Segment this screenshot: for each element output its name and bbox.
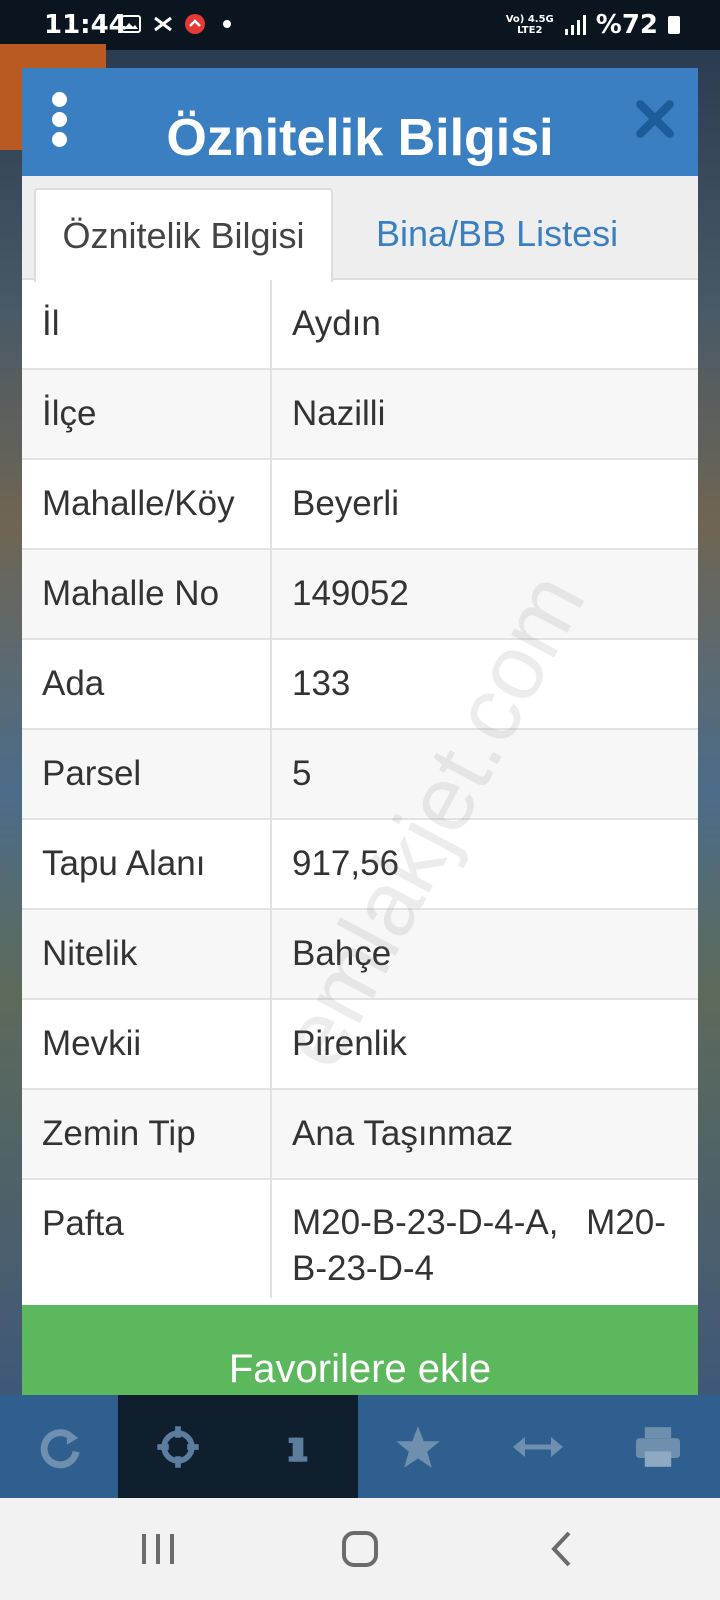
table-row: Parsel 5	[22, 730, 698, 820]
row-label: Parsel	[22, 730, 272, 818]
dot-icon	[223, 20, 231, 28]
network-lte: LTE2	[517, 25, 543, 36]
measure-button[interactable]	[478, 1395, 598, 1498]
row-label: Nitelik	[22, 910, 272, 998]
status-bar: 11:44 Vo) 4.5G LTE2 %72	[0, 0, 720, 50]
table-row: Mahalle No 149052	[22, 550, 698, 640]
dialog-header: Öznitelik Bilgisi	[22, 68, 698, 176]
row-value: 917,56	[292, 844, 400, 883]
battery-icon	[668, 16, 680, 34]
info-icon	[288, 1437, 308, 1462]
row-label: İl	[22, 280, 272, 368]
recent-apps-button[interactable]	[128, 1526, 188, 1572]
print-icon	[636, 1426, 680, 1467]
signal-icon	[564, 15, 586, 35]
row-label: İlçe	[22, 370, 272, 458]
recent-apps-icon	[142, 1534, 174, 1564]
print-button[interactable]	[598, 1395, 718, 1498]
battery-level: %72	[595, 10, 658, 40]
table-row: İlçe Nazilli	[22, 370, 698, 460]
tab-building-list[interactable]: Bina/BB Listesi	[352, 188, 682, 280]
table-row: Mevkii Pirenlik	[22, 1000, 698, 1090]
table-row: Ada 133	[22, 640, 698, 730]
gallery-icon	[121, 15, 141, 33]
row-value: Beyerli	[292, 484, 399, 523]
row-value: 5	[292, 754, 312, 793]
info-button[interactable]	[238, 1395, 358, 1498]
refresh-icon	[40, 1428, 80, 1468]
close-icon[interactable]	[634, 98, 676, 140]
row-value: 133	[292, 664, 351, 703]
map-toolbar	[0, 1395, 720, 1498]
row-label: Mevkii	[22, 1000, 272, 1088]
row-value: 149052	[292, 574, 409, 613]
row-value: Nazilli	[292, 394, 386, 433]
row-label: Tapu Alanı	[22, 820, 272, 908]
status-time: 11:44	[44, 10, 127, 40]
network-type: Vo) 4.5G	[505, 14, 554, 25]
row-label: Mahalle No	[22, 550, 272, 638]
tab-attribute-info[interactable]: Öznitelik Bilgisi	[34, 188, 333, 282]
row-value: Bahçe	[292, 934, 392, 973]
locate-button[interactable]	[118, 1395, 238, 1498]
capcut-icon	[154, 16, 172, 32]
star-icon	[396, 1425, 440, 1468]
notification-icons	[120, 14, 238, 34]
row-label: Zemin Tip	[22, 1090, 272, 1178]
row-label: Pafta	[22, 1180, 272, 1298]
row-label: Mahalle/Köy	[22, 460, 272, 548]
attribute-dialog: Öznitelik Bilgisi Öznitelik Bilgisi Bina…	[22, 68, 698, 1433]
back-icon	[551, 1531, 571, 1567]
row-label: Ada	[22, 640, 272, 728]
row-value: Aydın	[292, 304, 381, 343]
row-value: M20-B-23-D-4-A, M20-B-23-D-4	[292, 1203, 666, 1288]
crosshair-icon	[157, 1425, 199, 1468]
table-row: Mahalle/Köy Beyerli	[22, 460, 698, 550]
alert-app-icon	[185, 14, 205, 34]
table-row: Zemin Tip Ana Taşınmaz	[22, 1090, 698, 1180]
system-nav-bar	[0, 1498, 720, 1600]
table-row: Nitelik Bahçe	[22, 910, 698, 1000]
favorites-button[interactable]	[358, 1395, 478, 1498]
home-button[interactable]	[330, 1526, 390, 1572]
back-button[interactable]	[532, 1526, 592, 1572]
status-right: Vo) 4.5G LTE2 %72	[506, 10, 680, 40]
table-row: Pafta M20-B-23-D-4-A, M20-B-23-D-4	[22, 1180, 698, 1298]
measure-icon	[513, 1436, 563, 1457]
home-icon	[342, 1531, 378, 1567]
attribute-table: İl Aydın İlçe Nazilli Mahalle/Köy Beyerl…	[22, 280, 698, 1298]
tab-bar: Öznitelik Bilgisi Bina/BB Listesi	[22, 176, 698, 282]
table-row: İl Aydın	[22, 280, 698, 370]
row-value: Ana Taşınmaz	[292, 1114, 514, 1153]
dialog-title: Öznitelik Bilgisi	[166, 109, 554, 167]
row-value: Pirenlik	[292, 1024, 407, 1063]
refresh-button[interactable]	[0, 1395, 120, 1498]
table-row: Tapu Alanı 917,56	[22, 820, 698, 910]
network-indicator: Vo) 4.5G LTE2	[506, 14, 554, 36]
